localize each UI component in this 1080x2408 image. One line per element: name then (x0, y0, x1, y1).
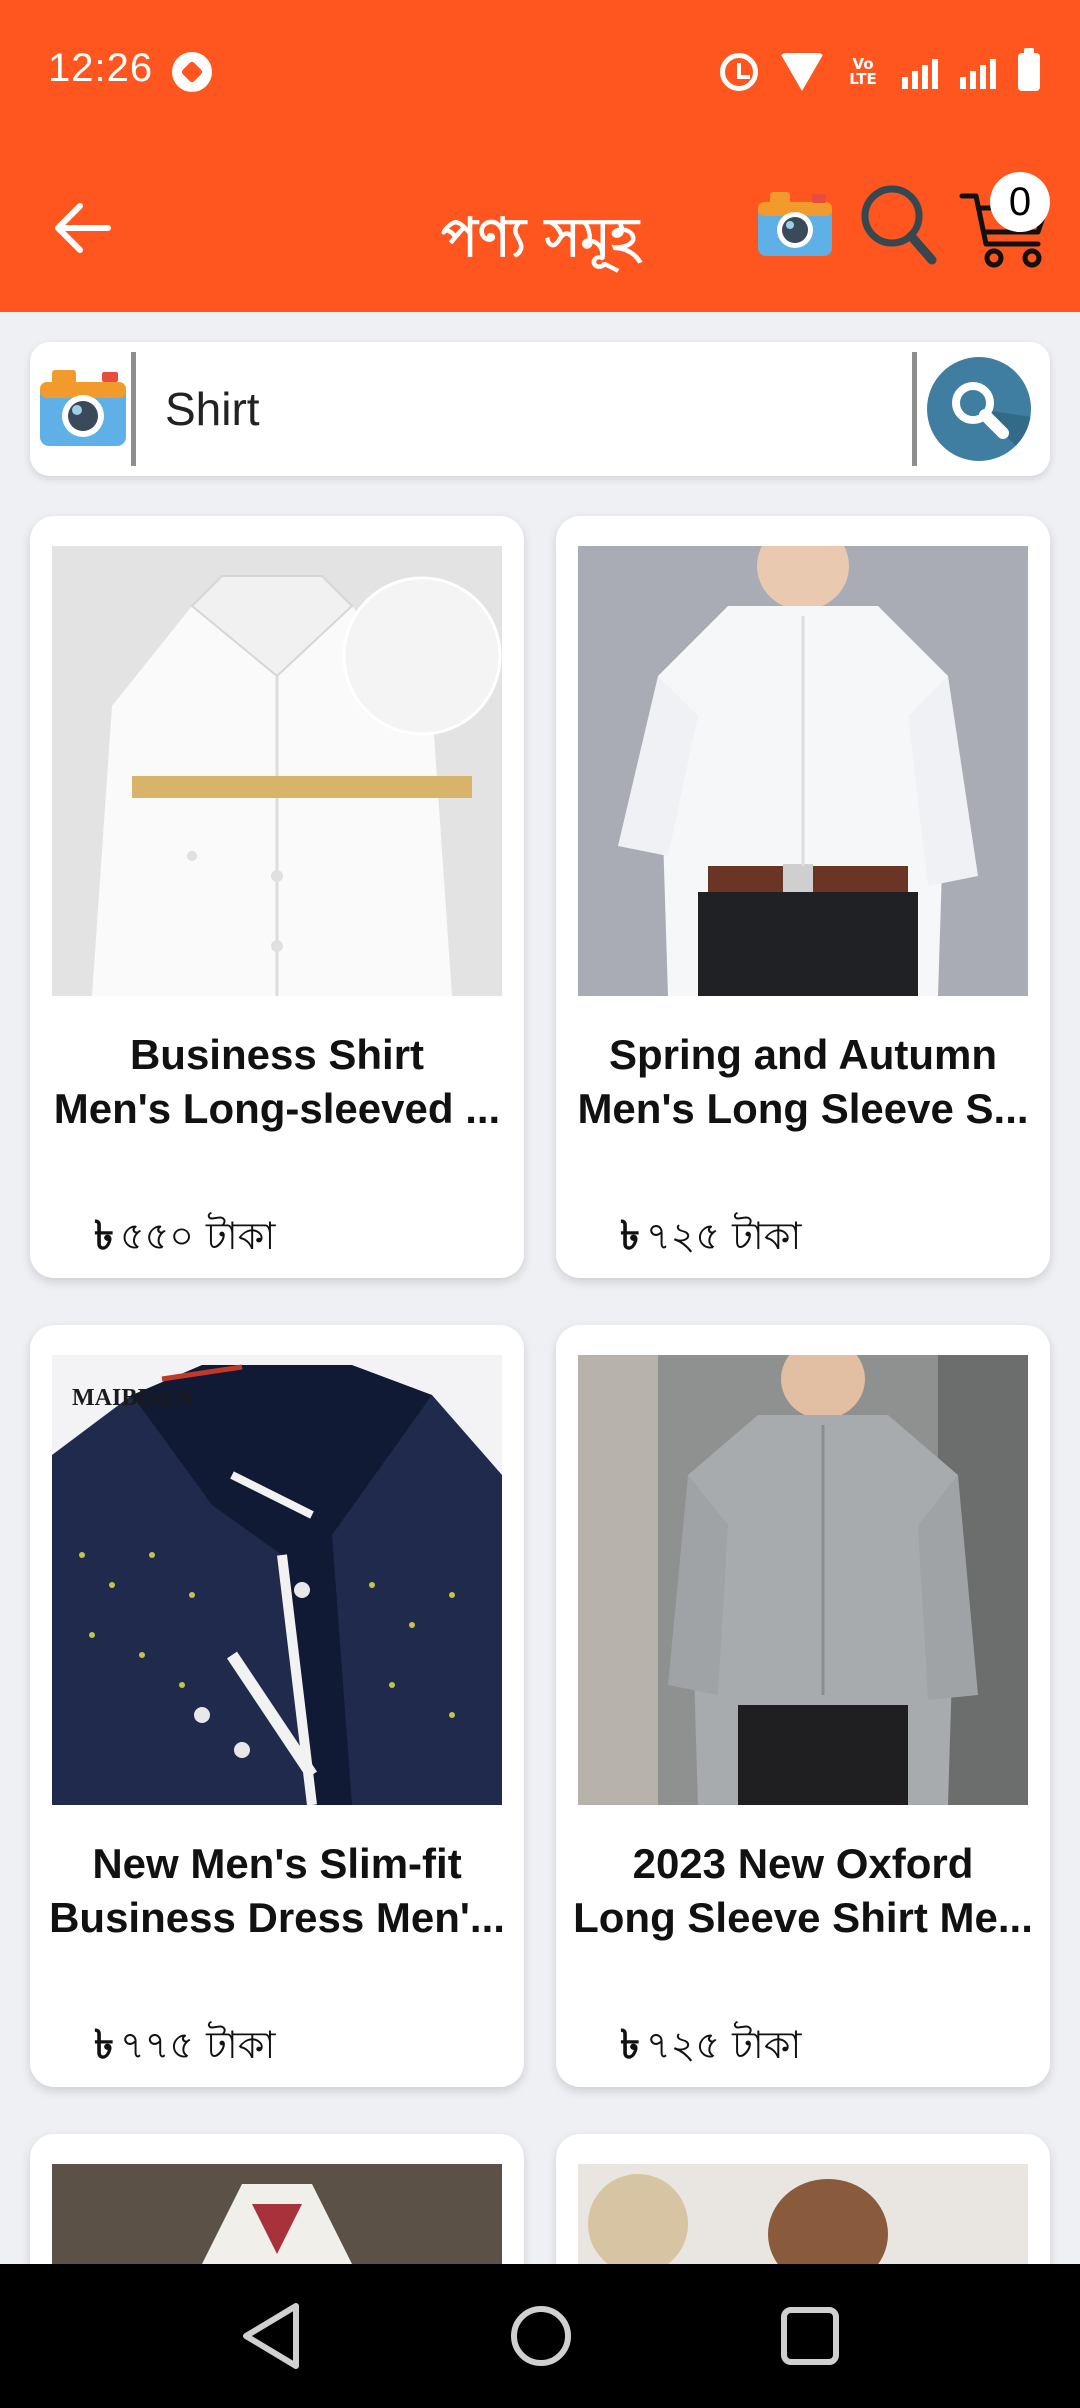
product-image: MAIBISEN (52, 1355, 502, 1805)
nav-home-button[interactable] (503, 2298, 579, 2379)
product-card[interactable]: MAIBISEN New Men's Slim-fit Business Dre… (30, 1325, 524, 2087)
alarm-icon (720, 53, 758, 91)
status-time: 12:26 (48, 46, 154, 90)
soccer-notification-icon (172, 52, 212, 92)
status-icons: Vo LTE (720, 48, 1040, 96)
header-search-button[interactable] (858, 182, 940, 273)
battery-icon (1018, 48, 1040, 91)
nav-recents-button[interactable] (772, 2298, 848, 2379)
search-submit-button[interactable] (927, 357, 1031, 461)
signal-icon (902, 55, 938, 89)
triangle-back-icon (243, 2303, 299, 2369)
product-title: 2023 New Oxford Long Sleeve Shirt Me... (573, 1840, 1033, 1941)
product-card[interactable]: Spring and Autumn Men's Long Sleeve S...… (556, 516, 1050, 1278)
product-title: Spring and Autumn Men's Long Sleeve S... (577, 1031, 1029, 1132)
image-search-button[interactable] (38, 364, 128, 455)
search-bar (30, 342, 1050, 476)
camera-icon (758, 192, 832, 256)
product-price: ৳ ৭২৫ টাকা (620, 1213, 802, 1259)
search-input[interactable] (165, 364, 925, 454)
divider (912, 352, 917, 466)
camera-search-button[interactable] (756, 188, 834, 263)
product-image (578, 546, 1028, 996)
product-price: ৳ ৭২৫ টাকা (620, 2022, 802, 2068)
camera-icon (40, 370, 126, 446)
brand-logo: MAIBISEN (72, 1385, 194, 1411)
signal-2-icon (960, 55, 996, 89)
product-price: ৳ ৭৭৫ টাকা (94, 2022, 276, 2068)
volte-icon: Vo LTE (849, 55, 877, 88)
product-image (578, 2164, 1028, 2264)
circle-home-icon (511, 2306, 571, 2366)
divider (131, 352, 136, 466)
product-card[interactable]: 2023 New Oxford Long Sleeve Shirt Me... … (556, 1325, 1050, 2087)
product-image (52, 2164, 502, 2264)
product-image (578, 1355, 1028, 1805)
product-card[interactable]: Business Shirt Men's Long-sleeved ... ৳ ৫… (30, 516, 524, 1278)
product-price: ৳ ৫৫০ টাকা (94, 1213, 276, 1259)
product-title: Business Shirt Men's Long-sleeved ... (53, 1031, 501, 1132)
cart-count-badge: 0 (990, 172, 1050, 232)
square-recents-icon (781, 2307, 839, 2365)
system-nav-bar (0, 2264, 1080, 2408)
search-icon (861, 185, 937, 265)
wifi-icon (780, 53, 824, 91)
nav-back-button[interactable] (236, 2298, 306, 2379)
product-title: New Men's Slim-fit Business Dress Men'..… (49, 1840, 505, 1941)
search-icon (952, 382, 1031, 461)
app-header: 12:26 Vo LTE পণ্য সমূহ 0 (0, 0, 1080, 312)
product-image (52, 546, 502, 996)
